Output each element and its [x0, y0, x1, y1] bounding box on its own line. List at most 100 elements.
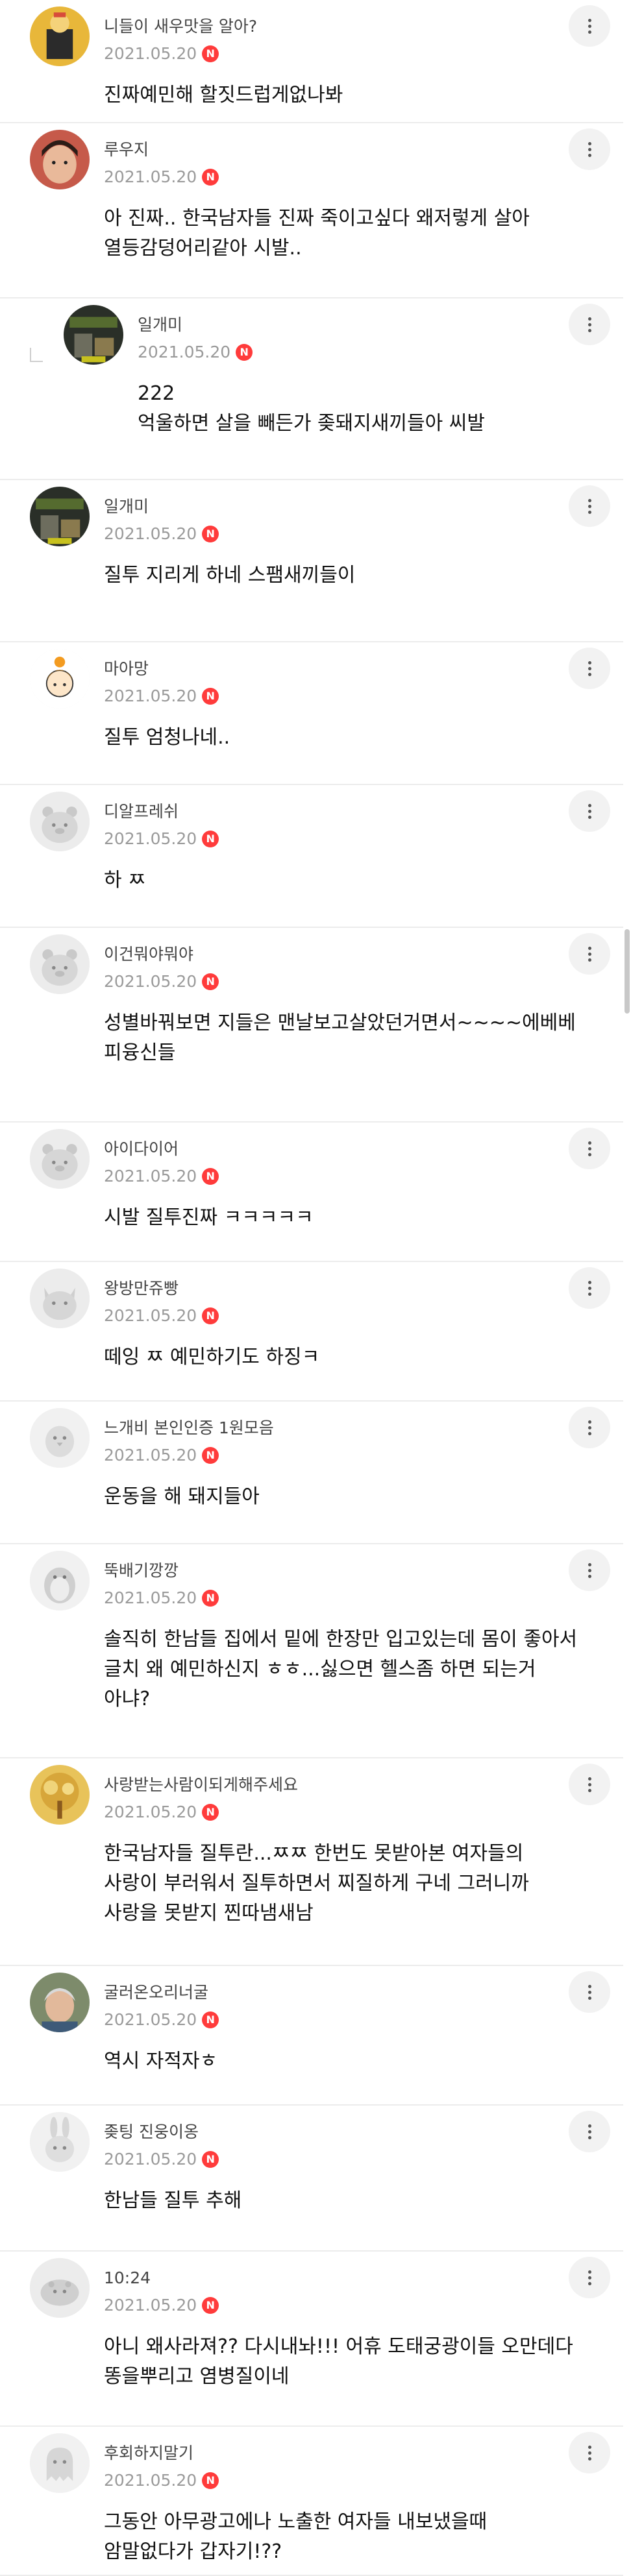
kebab-dot-icon: [588, 1788, 591, 1792]
nickname[interactable]: 굴러온오리너굴: [104, 1983, 565, 2002]
avatar[interactable]: [30, 1129, 90, 1189]
avatar[interactable]: [30, 6, 90, 66]
nickname[interactable]: 후회하지말기: [104, 2444, 565, 2463]
comment-body: 사랑받는사람이되게해주세요 2021.05.20 N 한국남자들 질투란...ㅉㅉ 한…: [104, 1775, 565, 1928]
nickname[interactable]: 루우지: [104, 140, 565, 160]
comment-meta: 2021.05.20 N: [138, 343, 565, 362]
comment-text: 진짜예민해 할짓드럽게없나봐: [104, 80, 565, 110]
avatar[interactable]: [30, 2433, 90, 2493]
nickname[interactable]: 사랑받는사람이되게해주세요: [104, 1775, 565, 1795]
comment-meta: 2021.05.20 N: [104, 2150, 565, 2169]
nickname[interactable]: 일개미: [138, 315, 565, 335]
nickname[interactable]: 디알프레쉬: [104, 802, 565, 821]
comment-body: 후회하지말기 2021.05.20 N 그동안 아무광고에나 노출한 여자들 내보냈을…: [104, 2444, 565, 2567]
comment-body: 10:24 2021.05.20 N 아니 왜사라져?? 다시내놔!!! 어휴 도태궁…: [104, 2268, 573, 2392]
avatar[interactable]: [30, 2112, 90, 2172]
avatar[interactable]: [30, 2258, 90, 2318]
comment-body: 느개비 본인인증 1원모음 2021.05.20 N 운동을 해 돼지들아: [104, 1418, 565, 1512]
comment-meta: 2021.05.20 N: [104, 44, 565, 64]
kebab-dot-icon: [588, 24, 591, 28]
comment-text-line: 똥을뿌리고 염병질이네: [104, 2365, 290, 2388]
more-options-button[interactable]: [569, 1267, 610, 1309]
nickname[interactable]: 일개미: [104, 497, 565, 516]
comment-text: 아니 왜사라져?? 다시내놔!!! 어휴 도태궁광이들 오만데다 똥을뿌리고 염병…: [104, 2332, 573, 2392]
comment-item: 뚝배기깡깡 2021.05.20 N 솔직히 한남들 집에서 밑에 한장만 입고있는데…: [0, 1544, 623, 1758]
more-options-button[interactable]: [569, 2111, 610, 2152]
kebab-dot-icon: [588, 958, 591, 962]
more-options-button[interactable]: [569, 648, 610, 689]
avatar[interactable]: [30, 1269, 90, 1328]
avatar[interactable]: [30, 1551, 90, 1610]
kebab-dot-icon: [588, 946, 591, 950]
comment-text: 질투 엄청나네..: [104, 723, 565, 753]
comment-meta: 2021.05.20 N: [104, 829, 565, 849]
new-badge: N: [202, 2297, 219, 2314]
comment-text-line: 열등감덩어리같아 시발..: [104, 237, 302, 260]
kebab-dot-icon: [588, 1996, 591, 2000]
comment-date: 2021.05.20: [104, 1803, 197, 1821]
more-options-button[interactable]: [569, 128, 610, 170]
kebab-dot-icon: [588, 2130, 591, 2133]
kebab-dot-icon: [588, 2451, 591, 2455]
comment-date: 2021.05.20: [104, 829, 197, 848]
comment-text-line: 그동안 아무광고에나 노출한 여자들 내보냈을때: [104, 2510, 488, 2533]
comment-date: 2021.05.20: [104, 1306, 197, 1325]
more-options-button[interactable]: [569, 304, 610, 345]
nickname[interactable]: 니들이 새우맛을 알아?: [104, 17, 565, 36]
avatar[interactable]: [30, 649, 90, 709]
more-options-button[interactable]: [569, 2432, 610, 2473]
nickname[interactable]: 마아망: [104, 659, 565, 679]
comment-item: 굴러온오리너굴 2021.05.20 N 역시 자적자ㅎ: [0, 1966, 623, 2106]
nickname[interactable]: 느개비 본인인증 1원모음: [104, 1418, 565, 1438]
kebab-dot-icon: [588, 1280, 591, 1284]
kebab-dot-icon: [588, 153, 591, 157]
comment-text-line: 솔직히 한남들 집에서 밑에 한장만 입고있는데 몸이 좋아서: [104, 1628, 578, 1651]
comment-text-line: 한국남자들 질투란...ㅉㅉ 한번도 못받아본 여자들의: [104, 1842, 524, 1865]
nickname[interactable]: 이건뭐야뭐야: [104, 945, 565, 964]
more-options-button[interactable]: [569, 1407, 610, 1448]
kebab-dot-icon: [588, 317, 591, 321]
comment-text: 한국남자들 질투란...ㅉㅉ 한번도 못받아본 여자들의 사랑이 부러워서 질투하…: [104, 1839, 565, 1928]
avatar[interactable]: [30, 1973, 90, 2032]
comment-body: 디알프레쉬 2021.05.20 N 하 ㅉ: [104, 802, 565, 895]
comment-body: 좆팅 진웅이옹 2021.05.20 N 한남들 질투 추해: [104, 2122, 565, 2216]
avatar[interactable]: [30, 934, 90, 994]
kebab-dot-icon: [588, 1420, 591, 1424]
avatar[interactable]: [30, 1765, 90, 1825]
avatar[interactable]: [30, 130, 90, 189]
more-options-button[interactable]: [569, 485, 610, 527]
nickname[interactable]: 10:24: [104, 2268, 565, 2288]
comment-body: 일개미 2021.05.20 N 222 억울하면 살을 빼든가 좆돼지새끼들아 씨발: [138, 315, 565, 439]
kebab-dot-icon: [588, 1141, 591, 1145]
more-options-button[interactable]: [569, 5, 610, 47]
nickname[interactable]: 아이다이어: [104, 1139, 565, 1159]
kebab-dot-icon: [588, 1984, 591, 1988]
more-options-button[interactable]: [569, 933, 610, 975]
kebab-dot-icon: [588, 30, 591, 34]
avatar[interactable]: [64, 305, 123, 365]
nickname[interactable]: 좆팅 진웅이옹: [104, 2122, 565, 2142]
comment-meta: 2021.05.20 N: [104, 167, 565, 187]
avatar[interactable]: [30, 792, 90, 851]
more-options-button[interactable]: [569, 2257, 610, 2298]
comment-date: 2021.05.20: [104, 1167, 197, 1185]
more-options-button[interactable]: [569, 1549, 610, 1591]
avatar[interactable]: [30, 1408, 90, 1468]
comment-text-line: 질투 엄청나네..: [104, 726, 230, 749]
more-options-button[interactable]: [569, 790, 610, 832]
kebab-dot-icon: [588, 2276, 591, 2279]
comment-text: 그동안 아무광고에나 노출한 여자들 내보냈을때 암말없다가 갑자기!??: [104, 2507, 565, 2567]
comment-meta: 2021.05.20 N: [104, 1803, 565, 1822]
more-options-button[interactable]: [569, 1128, 610, 1169]
scrollbar[interactable]: [625, 929, 630, 1014]
comment-text-line: 아 진짜.. 한국남자들 진짜 죽이고싶다 왜저렇게 살아: [104, 207, 530, 230]
more-options-button[interactable]: [569, 1971, 610, 2013]
avatar[interactable]: [30, 487, 90, 546]
nickname[interactable]: 왕방만쥬빵: [104, 1279, 565, 1298]
comment-meta: 2021.05.20 N: [104, 687, 565, 706]
kebab-dot-icon: [588, 147, 591, 151]
comment-text: 질투 지리게 하네 스팸새끼들이: [104, 561, 565, 590]
nickname[interactable]: 뚝배기깡깡: [104, 1561, 565, 1581]
comment-text-line: 억울하면 살을 빼든가 좆돼지새끼들아 씨발: [138, 412, 485, 435]
more-options-button[interactable]: [569, 1764, 610, 1805]
